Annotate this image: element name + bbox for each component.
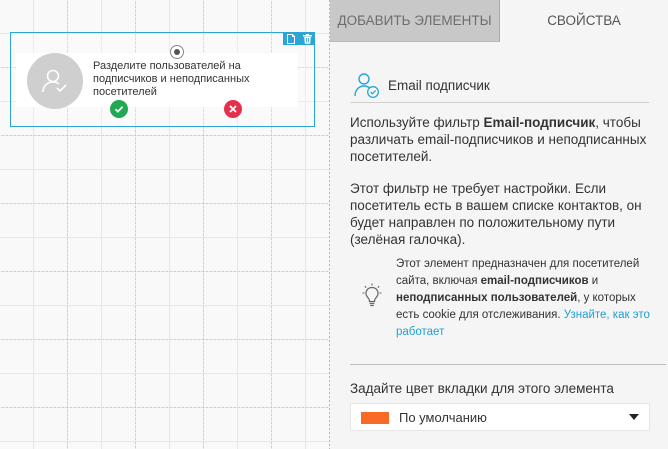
trash-icon[interactable]	[302, 33, 312, 44]
properties-header: Email подписчик	[350, 68, 649, 103]
workflow-canvas[interactable]: Разделите пользователей на подписчиков и…	[0, 0, 329, 449]
node-description: Разделите пользователей на подписчиков и…	[93, 60, 250, 98]
tab-color-label: Задайте цвет вкладки для этого элемента	[350, 381, 614, 396]
tab-color-value: По умолчанию	[399, 410, 487, 425]
description-intro: Используйте фильтр Email-подписчик, чтоб…	[350, 115, 647, 164]
input-connector[interactable]	[170, 45, 184, 59]
node-toolbar	[283, 32, 315, 45]
properties-title: Email подписчик	[388, 78, 490, 93]
no-output[interactable]	[224, 100, 242, 118]
panel-tabs: ДОБАВИТЬ ЭЛЕМЕНТЫ СВОЙСТВА	[330, 0, 668, 42]
tab-add-elements[interactable]: ДОБАВИТЬ ЭЛЕМЕНТЫ	[330, 0, 500, 42]
description-routing: Этот фильтр не требует настройки. Если п…	[350, 181, 642, 247]
side-panel: ДОБАВИТЬ ЭЛЕМЕНТЫ СВОЙСТВА Email подписч…	[330, 0, 668, 449]
lightbulb-icon	[362, 283, 382, 307]
close-icon	[229, 105, 237, 113]
check-icon	[114, 106, 124, 113]
color-swatch	[361, 412, 389, 424]
tab-properties[interactable]: СВОЙСТВА	[500, 0, 668, 42]
user-check-icon	[354, 73, 379, 98]
info-tip: Этот элемент предназначен для посетителе…	[396, 258, 650, 338]
yes-output[interactable]	[110, 100, 128, 118]
chevron-down-icon	[629, 414, 639, 420]
email-subscriber-node[interactable]: Разделите пользователей на подписчиков и…	[10, 32, 315, 127]
copy-icon[interactable]	[287, 33, 296, 44]
section-divider	[350, 364, 666, 365]
tab-color-select[interactable]: По умолчанию	[350, 403, 650, 431]
user-check-icon	[27, 53, 83, 109]
